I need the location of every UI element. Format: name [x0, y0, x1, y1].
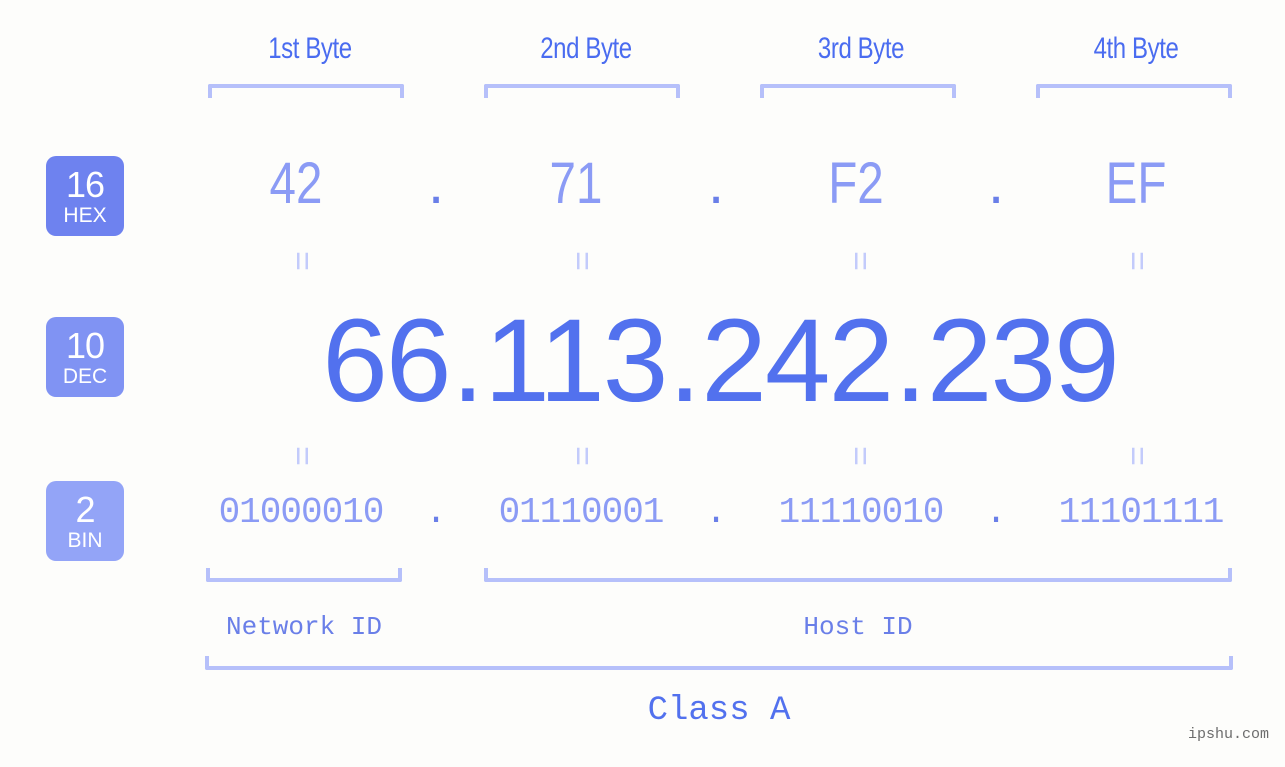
dec-octet-3: 242: [701, 295, 894, 427]
bin-octet-2: 01110001: [498, 492, 665, 533]
equals-mark-hex-dec-2: =: [563, 251, 601, 273]
dec-octet-2: 113: [484, 295, 668, 427]
hex-separator-2: .: [707, 151, 725, 216]
ip-class-label: Class A: [647, 692, 791, 730]
dec-separator-2: .: [668, 295, 701, 427]
host-id-bracket: [484, 568, 1232, 582]
dec-separator-1: .: [451, 295, 484, 427]
bin-octet-4: 11101111: [1058, 492, 1225, 533]
base-badge-dec-name: DEC: [62, 364, 108, 388]
ip-class-bracket: [205, 656, 1233, 670]
dec-octet-1: 66: [322, 295, 451, 427]
hex-octet-3: F2: [828, 151, 884, 216]
decimal-ip-address: 66 . 113 . 242 . 239: [190, 296, 1250, 426]
equals-mark-dec-bin-1: =: [283, 446, 321, 468]
equals-mark-dec-bin-2: =: [563, 446, 601, 468]
site-watermark: ipshu.com: [1187, 726, 1269, 743]
base-badge-hex: 16 HEX: [46, 156, 124, 236]
base-badge-hex-number: 16: [65, 163, 105, 205]
base-badge-dec-number: 10: [65, 324, 105, 366]
byte-bracket-2: [484, 84, 680, 98]
bin-octet-3: 11110010: [778, 492, 945, 533]
byte-bracket-4: [1036, 84, 1232, 98]
bin-separator-3: .: [985, 492, 1007, 533]
dec-octet-4: 239: [926, 295, 1120, 427]
base-badge-bin-name: BIN: [67, 528, 103, 552]
byte-header-label-1: 1st Byte: [268, 32, 352, 65]
base-badge-hex-name: HEX: [63, 203, 107, 227]
byte-header-label-2: 2nd Byte: [540, 32, 632, 65]
byte-bracket-1: [208, 84, 404, 98]
byte-header-label-3: 3rd Byte: [817, 32, 905, 65]
base-badge-bin-number: 2: [75, 488, 95, 530]
equals-mark-hex-dec-3: =: [841, 251, 879, 273]
host-id-label: Host ID: [803, 612, 913, 642]
hex-octet-1: 42: [269, 151, 323, 216]
hex-separator-3: .: [987, 151, 1005, 216]
network-id-bracket: [206, 568, 402, 582]
equals-mark-dec-bin-3: =: [841, 446, 879, 468]
hex-separator-1: .: [427, 151, 445, 216]
equals-mark-dec-bin-4: =: [1118, 446, 1156, 468]
byte-bracket-3: [760, 84, 956, 98]
bin-separator-1: .: [425, 492, 447, 533]
base-badge-dec: 10 DEC: [46, 317, 124, 397]
equals-mark-hex-dec-4: =: [1118, 251, 1156, 273]
bin-octet-1: 01000010: [218, 492, 385, 533]
hex-octet-4: EF: [1105, 151, 1167, 216]
base-badge-bin: 2 BIN: [46, 481, 124, 561]
equals-mark-hex-dec-1: =: [283, 251, 321, 273]
bin-separator-2: .: [705, 492, 727, 533]
byte-header-label-4: 4th Byte: [1093, 32, 1179, 65]
network-id-label: Network ID: [225, 612, 383, 642]
hex-octet-2: 71: [549, 151, 603, 216]
dec-separator-3: .: [894, 295, 927, 427]
ip-address-breakdown-diagram: 1st Byte 2nd Byte 3rd Byte 4th Byte 16 H…: [0, 0, 1285, 767]
